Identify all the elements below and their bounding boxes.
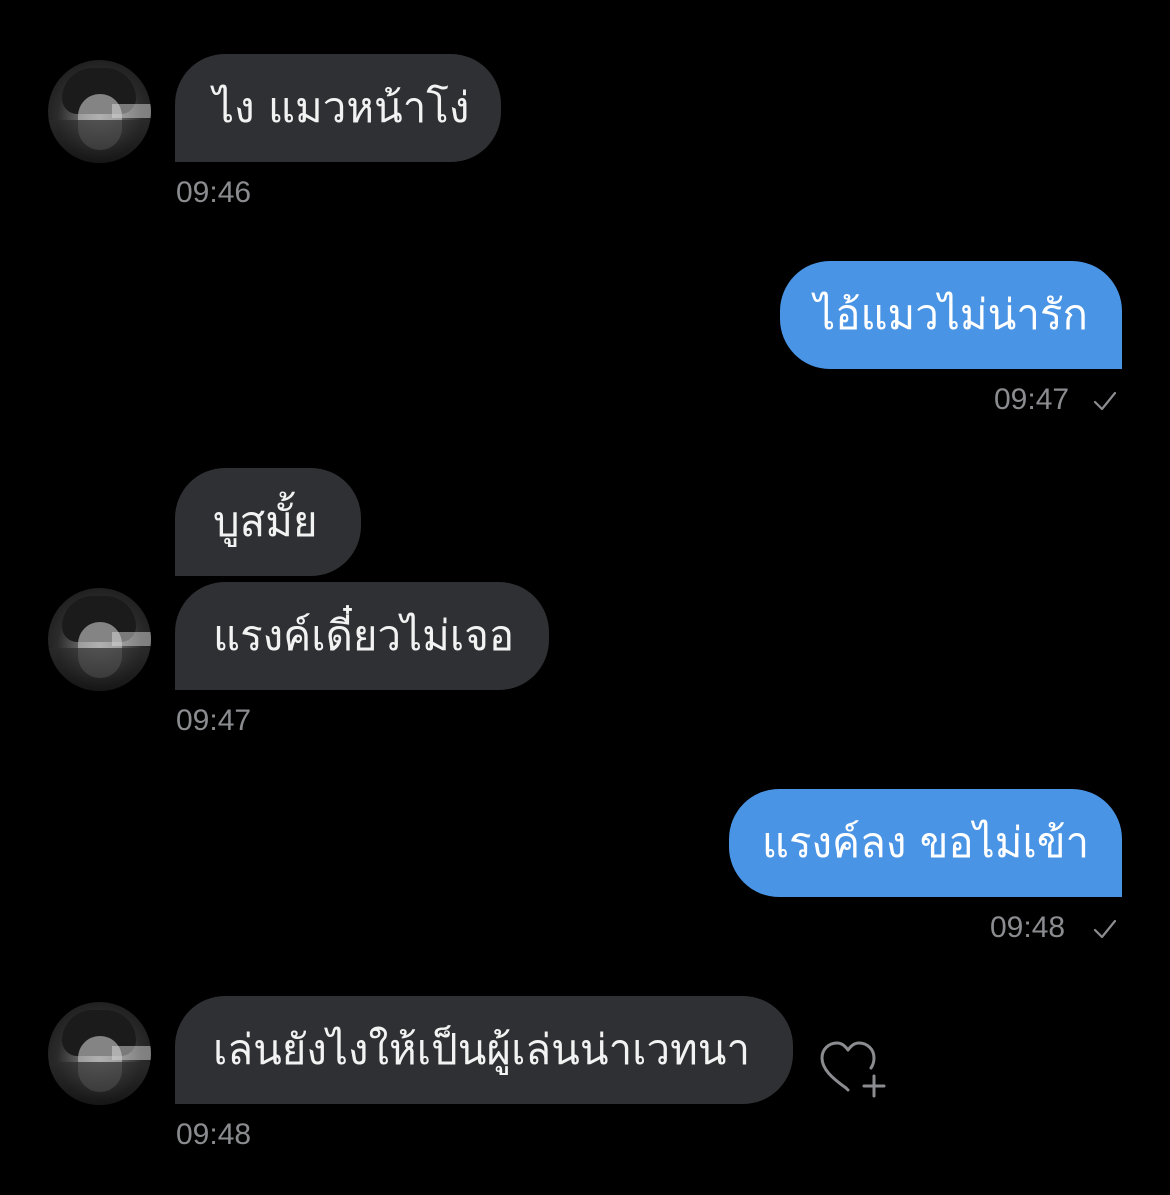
message-timestamp: 09:48 bbox=[176, 1118, 252, 1151]
message-text: ไอ้แมวไม่น่ารัก bbox=[814, 290, 1088, 339]
checkmark-icon bbox=[1093, 391, 1117, 411]
heart-plus-icon[interactable] bbox=[818, 1038, 890, 1100]
avatar[interactable] bbox=[48, 1002, 151, 1105]
message-bubble[interactable]: ไอ้แมวไม่น่ารัก bbox=[780, 261, 1122, 369]
avatar[interactable] bbox=[48, 60, 151, 163]
message-text: ไง แมวหน้าโง่ bbox=[213, 83, 470, 132]
message-text: แรงค์ลง ขอไม่เข้า bbox=[761, 818, 1090, 867]
message-timestamp: 09:46 bbox=[176, 176, 252, 209]
avatar[interactable] bbox=[48, 588, 151, 691]
chat-thread: ไง แมวหน้าโง่ 09:46 ไอ้แมวไม่น่ารัก 09:4… bbox=[0, 0, 1170, 1195]
checkmark-icon bbox=[1093, 919, 1117, 939]
message-bubble[interactable]: แรงค์ลง ขอไม่เข้า bbox=[729, 789, 1122, 897]
message-bubble[interactable]: บูสมั้ย bbox=[175, 468, 361, 576]
message-timestamp: 09:47 bbox=[994, 383, 1070, 416]
message-bubble[interactable]: เล่นยังไงให้เป็นผู้เล่นน่าเวทนา bbox=[175, 996, 793, 1104]
message-timestamp: 09:47 bbox=[176, 704, 252, 737]
message-text: แรงค์เดี๋ยวไม่เจอ bbox=[213, 611, 515, 660]
message-text: บูสมั้ย bbox=[213, 497, 318, 546]
message-timestamp: 09:48 bbox=[990, 911, 1066, 944]
message-bubble[interactable]: ไง แมวหน้าโง่ bbox=[175, 54, 501, 162]
message-bubble[interactable]: แรงค์เดี๋ยวไม่เจอ bbox=[175, 582, 549, 690]
message-text: เล่นยังไงให้เป็นผู้เล่นน่าเวทนา bbox=[213, 1025, 751, 1074]
